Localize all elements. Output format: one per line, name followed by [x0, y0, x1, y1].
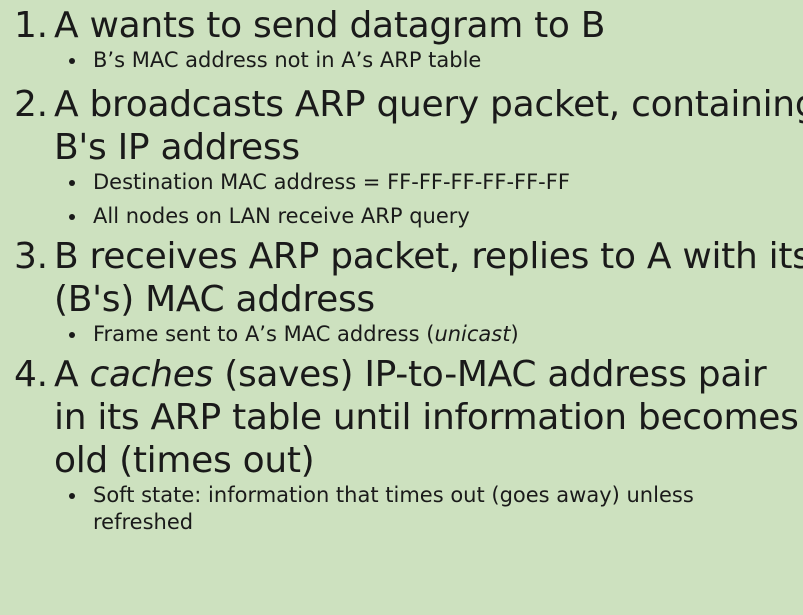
step-1-number: 1. — [14, 5, 48, 46]
step-2-text-continued: B's IP address — [54, 127, 300, 168]
bullet-dot-icon — [69, 332, 75, 338]
step-2: 2. A broadcasts ARP query packet, contai… — [14, 83, 803, 230]
step-3-bullets: Frame sent to A’s MAC address (unicast) — [14, 321, 803, 348]
step-4-text-after: (saves) IP-to-MAC address pair — [213, 354, 767, 395]
slide: 1. A wants to send datagram to B B’s MAC… — [0, 0, 803, 615]
step-4-number: 4. — [14, 354, 48, 395]
step-3-number: 3. — [14, 236, 48, 277]
bullet-dot-icon — [69, 493, 75, 499]
step-4-bullets: Soft state: information that times out (… — [14, 482, 803, 536]
step-1: 1. A wants to send datagram to B B’s MAC… — [14, 4, 803, 74]
step-2-number: 2. — [14, 84, 48, 125]
step-3-text: B receives ARP packet, replies to A with… — [54, 236, 803, 277]
bullet-item: Destination MAC address = FF-FF-FF-FF-FF… — [68, 169, 803, 196]
bullet-text-after: ) — [510, 322, 519, 346]
bullet-text-before: Frame sent to A’s MAC address ( — [93, 322, 435, 346]
bullet-dot-icon — [69, 214, 75, 220]
step-2-heading: 2. A broadcasts ARP query packet, contai… — [14, 83, 803, 126]
step-4-text-continued-1: in its ARP table until information becom… — [54, 397, 799, 438]
step-3-text-continued: (B's) MAC address — [54, 279, 375, 320]
bullet-item: All nodes on LAN receive ARP query — [68, 203, 803, 230]
bullet-text: B’s MAC address not in A’s ARP table — [93, 48, 482, 72]
bullet-text-continued: refreshed — [93, 510, 194, 534]
step-4-text-before: A — [54, 354, 90, 395]
bullet-text-italic: unicast — [434, 322, 511, 346]
step-3-heading: 3. B receives ARP packet, replies to A w… — [14, 235, 803, 278]
step-1-bullets: B’s MAC address not in A’s ARP table — [14, 47, 803, 74]
step-4-text: A caches (saves) IP-to-MAC address pair — [54, 353, 803, 396]
bullet-text: Soft state: information that times out (… — [93, 483, 694, 507]
step-1-heading: 1. A wants to send datagram to B — [14, 4, 803, 47]
step-1-text: A wants to send datagram to B — [54, 5, 606, 46]
bullet-dot-icon — [69, 180, 75, 186]
step-2-bullets: Destination MAC address = FF-FF-FF-FF-FF… — [14, 169, 803, 230]
step-4-text-continued-2: old (times out) — [54, 440, 315, 481]
bullet-item: B’s MAC address not in A’s ARP table — [68, 47, 803, 74]
bullet-text: Destination MAC address = FF-FF-FF-FF-FF… — [93, 170, 570, 194]
step-2-text: A broadcasts ARP query packet, containin… — [54, 84, 803, 125]
bullet-text: All nodes on LAN receive ARP query — [93, 204, 470, 228]
bullet-dot-icon — [69, 58, 75, 64]
step-4: 4. A caches (saves) IP-to-MAC address pa… — [14, 353, 803, 536]
bullet-item: Frame sent to A’s MAC address (unicast) — [68, 321, 803, 348]
bullet-item: Soft state: information that times out (… — [68, 482, 803, 536]
step-3: 3. B receives ARP packet, replies to A w… — [14, 235, 803, 348]
step-4-text-italic: caches — [89, 354, 214, 395]
step-4-heading: 4. A caches (saves) IP-to-MAC address pa… — [14, 353, 803, 396]
